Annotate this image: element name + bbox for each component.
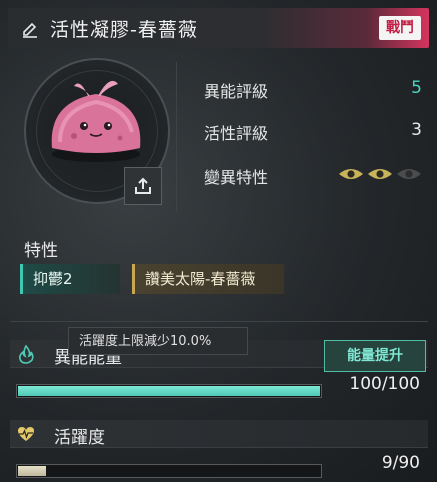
stat-ability-rank: 異能評級 5 [204, 78, 422, 102]
trait-depression[interactable]: 抑鬱2 [20, 264, 120, 294]
eye-icon [339, 169, 363, 179]
stat-label: 活性評級 [204, 124, 269, 143]
edit-icon[interactable] [20, 18, 40, 38]
share-icon [135, 177, 151, 194]
stat-activity-rank: 活性評級 3 [204, 120, 422, 144]
divider [176, 62, 177, 212]
stat-value: 3 [411, 120, 422, 140]
creature-name: 活性凝膠-春薔薇 [50, 19, 198, 41]
flame-icon [19, 344, 34, 364]
creature-portrait [51, 80, 141, 162]
type-badge: 戰鬥 [379, 16, 421, 40]
share-button[interactable] [124, 167, 162, 205]
stat-value: 5 [411, 78, 422, 98]
activity-bar-fill [18, 466, 47, 476]
traits-title: 特性 [24, 241, 58, 261]
tooltip: 活躍度上限減少10.0% [68, 327, 248, 355]
stat-label: 異能評級 [204, 82, 269, 101]
eye-icon [397, 169, 421, 179]
stat-label: 變異特性 [204, 168, 269, 187]
title-bar: 活性凝膠-春薔薇 戰鬥 [8, 8, 429, 48]
energy-value: 100/100 [349, 374, 420, 394]
trait-praise-sun[interactable]: 讚美太陽-春薔薇 [132, 264, 284, 294]
stat-mutation: 變異特性 [204, 164, 422, 188]
activity-bar [16, 464, 322, 478]
heartbeat-icon [18, 427, 34, 441]
activity-value: 9/90 [381, 453, 420, 473]
energy-boost-button[interactable]: 能量提升 [324, 340, 426, 372]
activity-title: 活躍度 [54, 428, 105, 448]
mutation-eyes [338, 166, 422, 182]
activity-header: 活躍度 [10, 420, 428, 448]
energy-bar [16, 384, 322, 398]
energy-bar-fill [18, 386, 320, 396]
eye-icon [368, 169, 392, 179]
divider [10, 321, 428, 322]
